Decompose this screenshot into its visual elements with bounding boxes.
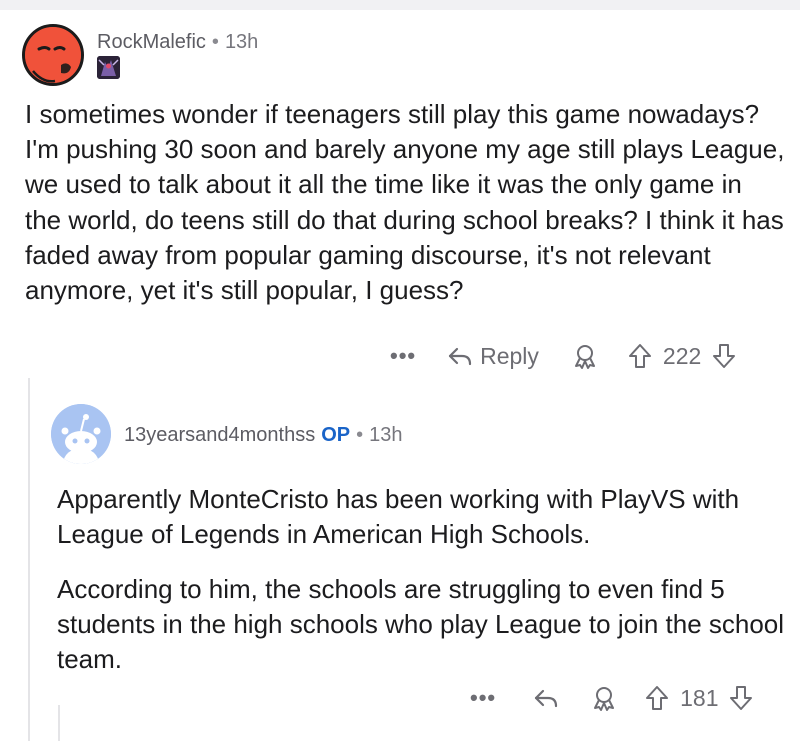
thread-line[interactable] <box>28 378 30 741</box>
downvote-arrow-icon <box>730 686 753 710</box>
reply-label: Reply <box>480 342 539 369</box>
username[interactable]: 13yearsand4monthss <box>124 424 315 446</box>
award-button[interactable] <box>590 684 618 712</box>
downvote-button[interactable] <box>728 684 754 712</box>
award-icon <box>574 345 595 369</box>
downvote-arrow-icon <box>713 344 736 368</box>
separator-dot: • <box>211 31 219 53</box>
op-badge: OP <box>321 424 351 446</box>
username[interactable]: RockMalefic <box>97 31 206 53</box>
award-button[interactable] <box>571 342 599 370</box>
downvote-button[interactable] <box>711 342 737 370</box>
comment-paragraph: Apparently MonteCristo has been working … <box>57 484 740 549</box>
comment-paragraph: According to him, the schools are strugg… <box>57 574 785 674</box>
reply-button[interactable] <box>532 684 560 712</box>
upvote-arrow-icon <box>628 344 651 368</box>
reply-arrow-icon <box>449 347 472 366</box>
timestamp: 13h <box>369 424 403 446</box>
top-divider-strip <box>0 0 800 10</box>
red-snoo-avatar-icon[interactable] <box>22 24 84 86</box>
comment-header: 13yearsand4monthss OP • 13h <box>124 424 403 447</box>
comment-actions: ••• 181 <box>470 684 754 712</box>
more-options-button[interactable]: ••• <box>390 343 416 369</box>
upvote-button[interactable] <box>627 342 653 370</box>
vote-score: 181 <box>680 684 719 711</box>
timestamp: 13h <box>224 31 259 53</box>
vote-score: 222 <box>662 342 702 369</box>
upvote-button[interactable] <box>644 684 670 712</box>
comment-body: Apparently MonteCristo has been working … <box>57 482 787 677</box>
thread-line[interactable] <box>58 705 60 741</box>
default-blue-snoo-avatar-icon[interactable] <box>51 404 111 464</box>
separator-dot: • <box>356 424 364 446</box>
reply-arrow-icon <box>535 689 558 708</box>
award-icon <box>594 687 615 711</box>
reply-button[interactable]: Reply <box>446 342 539 370</box>
upvote-arrow-icon <box>646 686 669 710</box>
comment-header: RockMalefic • 13h <box>97 31 258 54</box>
comment-actions: ••• Reply 222 <box>390 342 737 370</box>
comment-body: I sometimes wonder if teenagers still pl… <box>25 99 785 306</box>
champion-flair-icon <box>97 56 120 79</box>
more-options-button[interactable]: ••• <box>470 685 496 711</box>
